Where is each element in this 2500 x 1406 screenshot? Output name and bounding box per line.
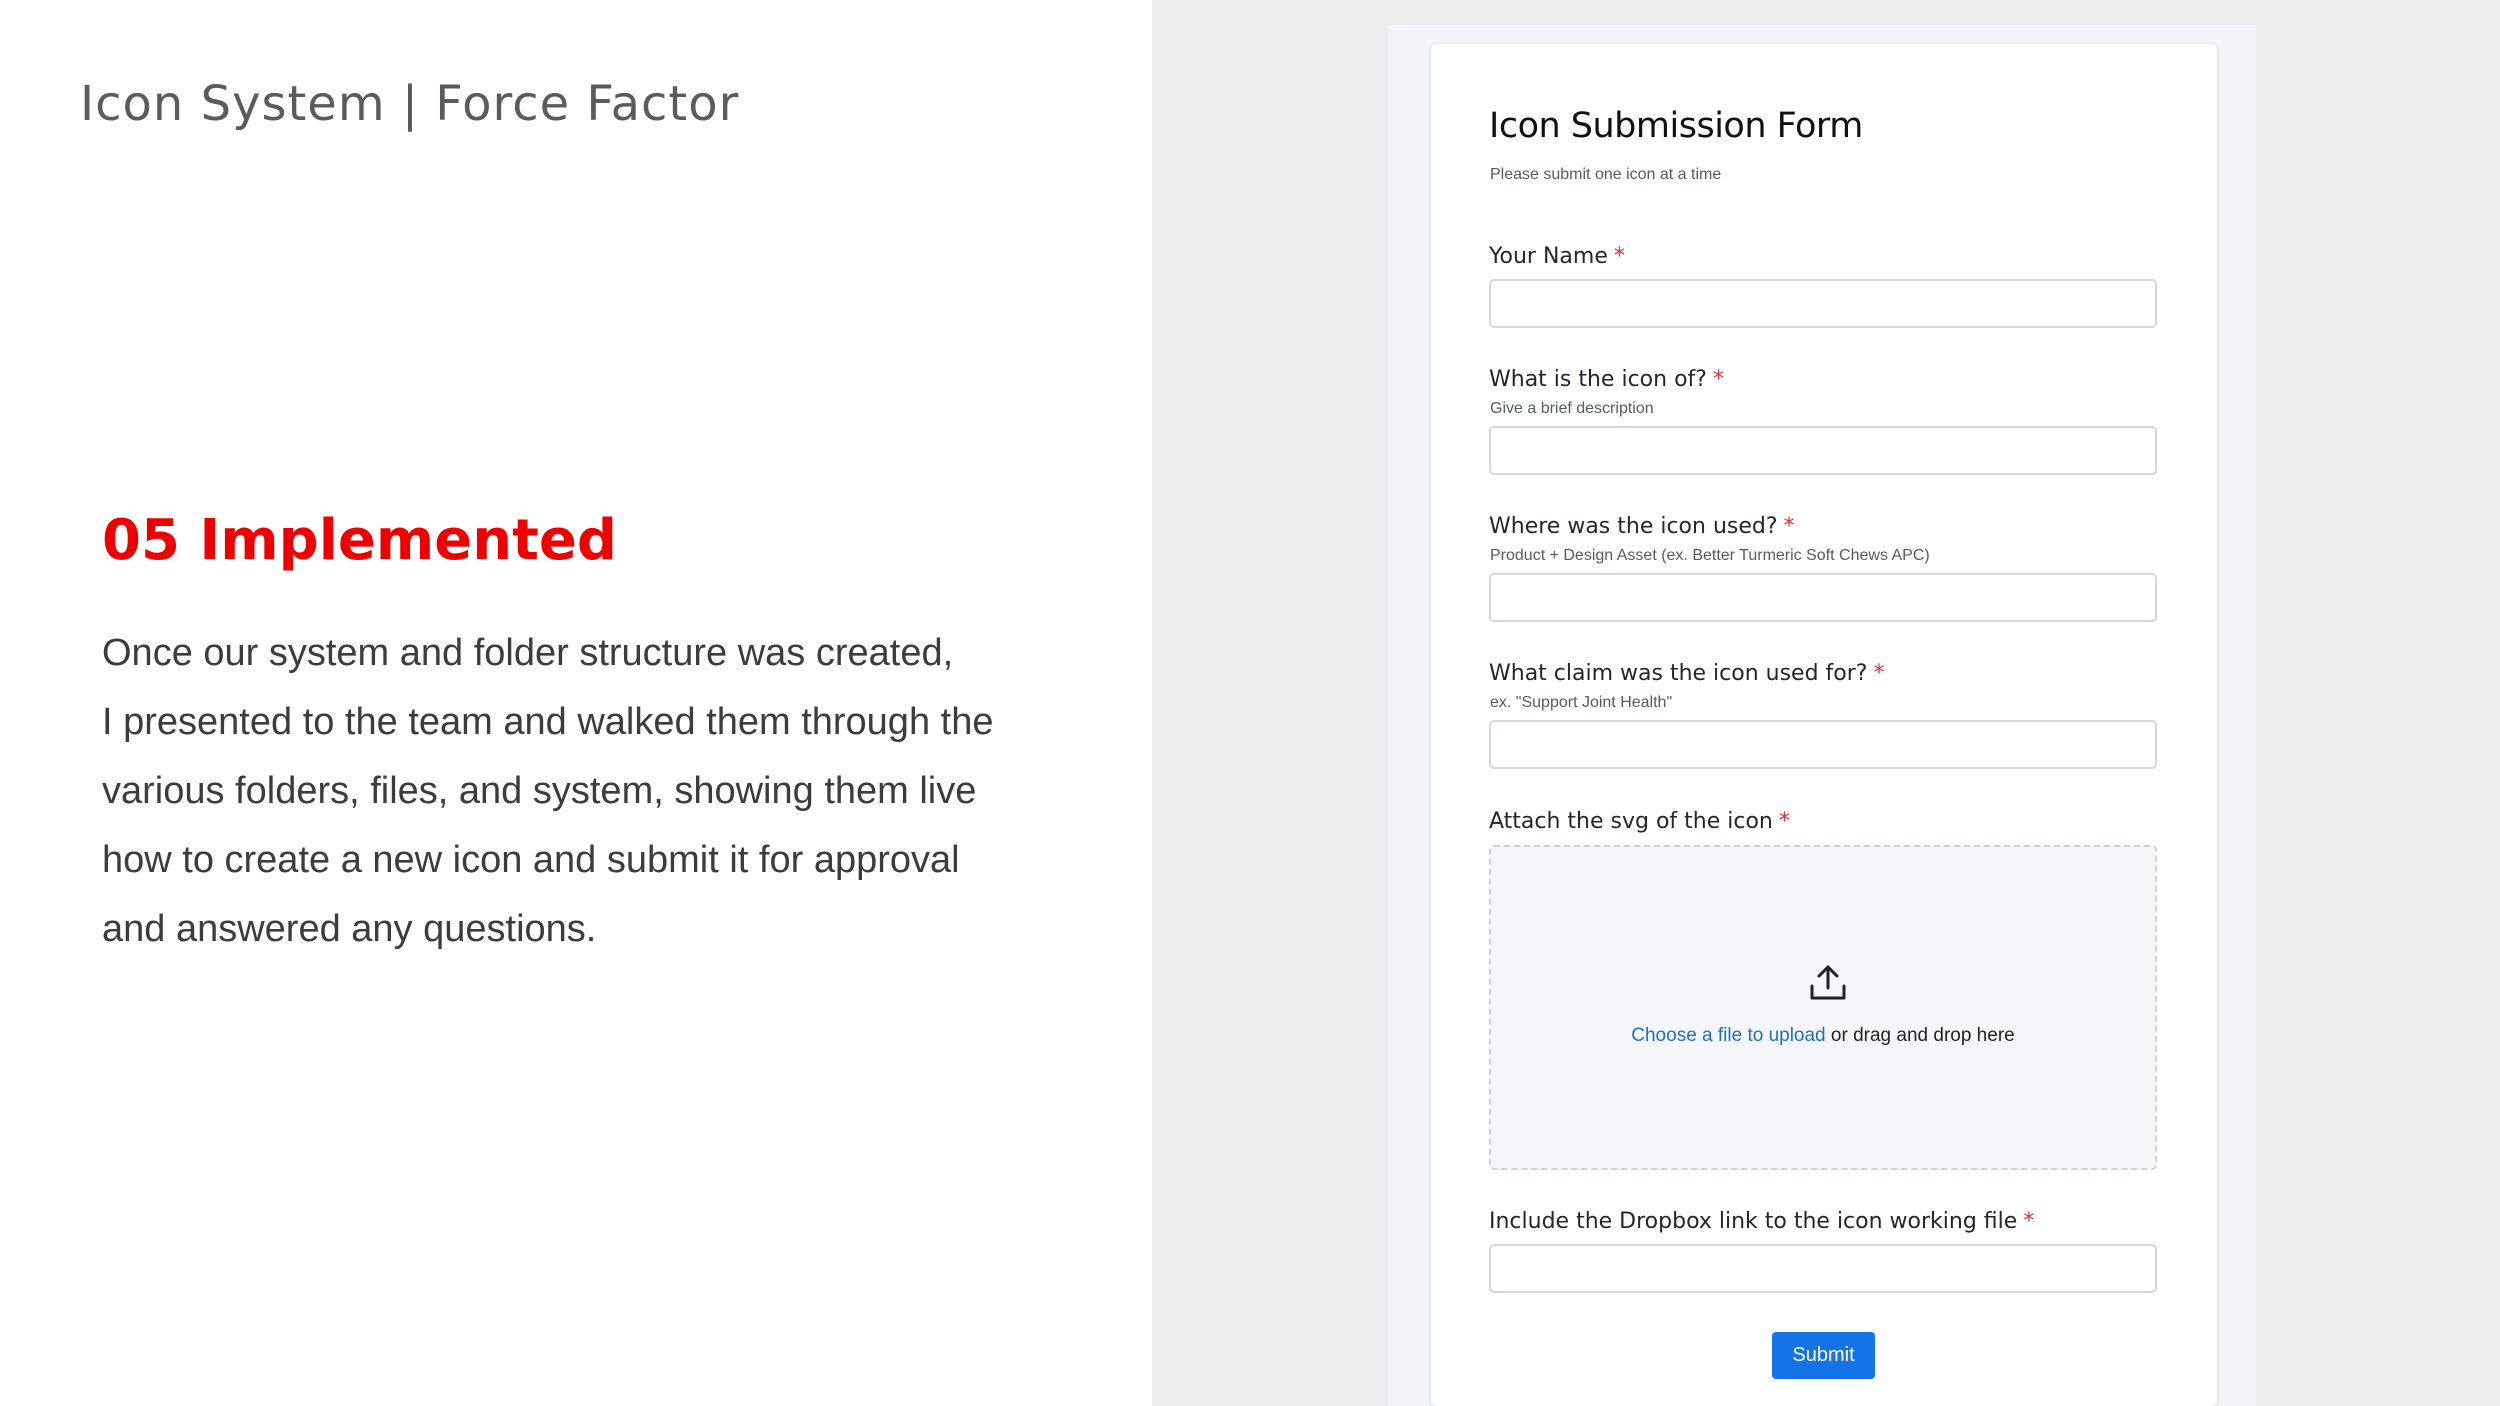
form-subtitle: Please submit one icon at a time: [1490, 166, 1722, 183]
icon-claim-hint: ex. "Support Joint Health": [1490, 694, 1673, 711]
body-line: various folders, files, and system, show…: [102, 770, 977, 812]
slide-title: Icon System | Force Factor: [80, 76, 740, 132]
dropbox-link-input[interactable]: [1489, 1244, 2157, 1293]
required-marker: *: [1613, 244, 1625, 269]
required-marker: *: [1712, 367, 1724, 392]
name-field-label: Your Name *: [1489, 244, 1625, 269]
submit-button[interactable]: Submit: [1772, 1332, 1875, 1379]
dropbox-link-label: Include the Dropbox link to the icon wor…: [1489, 1209, 2035, 1234]
drag-drop-text: or drag and drop here: [1825, 1025, 2015, 1046]
name-input[interactable]: [1489, 279, 2157, 328]
upload-icon: [1808, 964, 1848, 1002]
icon-usage-label: Where was the icon used? *: [1489, 514, 1795, 539]
required-marker: *: [1778, 809, 1790, 834]
slide-body: Once our system and folder structure was…: [102, 619, 1112, 964]
file-dropzone[interactable]: [1489, 845, 2157, 1170]
body-line: how to create a new icon and submit it f…: [102, 839, 960, 881]
required-marker: *: [2023, 1209, 2035, 1234]
body-line: Once our system and folder structure was…: [102, 632, 954, 674]
icon-description-label: What is the icon of? *: [1489, 367, 1724, 392]
body-line: and answered any questions.: [102, 908, 597, 950]
required-marker: *: [1873, 661, 1885, 686]
form-title: Icon Submission Form: [1489, 106, 1863, 146]
icon-description-input[interactable]: [1489, 426, 2157, 475]
required-marker: *: [1783, 514, 1795, 539]
icon-usage-input[interactable]: [1489, 573, 2157, 622]
icon-claim-input[interactable]: [1489, 720, 2157, 769]
icon-claim-label: What claim was the icon used for? *: [1489, 661, 1885, 686]
section-heading: 05 Implemented: [102, 508, 617, 573]
body-line: I presented to the team and walked them …: [102, 701, 994, 743]
icon-usage-hint: Product + Design Asset (ex. Better Turme…: [1490, 547, 1930, 564]
choose-file-link[interactable]: Choose a file to upload: [1631, 1025, 1825, 1046]
icon-description-hint: Give a brief description: [1490, 400, 1654, 417]
upload-instructions: Choose a file to upload or drag and drop…: [1489, 1025, 2157, 1047]
svg-upload-label: Attach the svg of the icon *: [1489, 809, 1790, 834]
